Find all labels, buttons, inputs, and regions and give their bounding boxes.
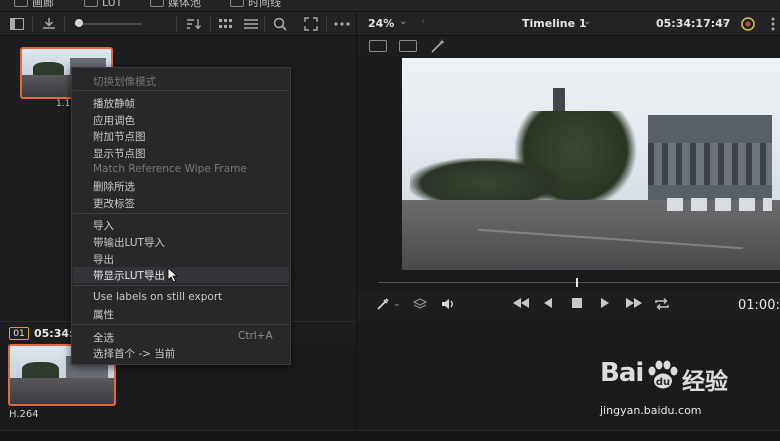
menu-item-change-label[interactable]: 更改标签 — [93, 196, 135, 211]
tab-media-pool-label: 媒体池 — [168, 0, 201, 9]
tab-gallery[interactable]: 画廊 — [14, 0, 54, 9]
gallery-toolbar — [0, 12, 356, 36]
volume-icon[interactable] — [441, 297, 457, 314]
tab-lut-label: LUT — [102, 0, 123, 9]
lut-icon — [84, 0, 98, 7]
watermark-logo-text-cn: 经验 — [682, 369, 728, 395]
video-frame — [402, 58, 780, 270]
step-back-icon[interactable] — [543, 297, 553, 312]
menu-divider — [73, 324, 289, 325]
tab-timeline[interactable]: 时间线 — [230, 0, 281, 9]
menu-divider — [73, 90, 289, 91]
panel-toggle-icon[interactable] — [8, 16, 26, 32]
clip-codec: H.264 — [9, 409, 39, 420]
timeline-name[interactable]: Timeline 1 — [522, 17, 587, 30]
scrubber-bar[interactable] — [378, 282, 780, 283]
timeline-icon — [230, 0, 244, 7]
thumbnail-size-slider[interactable] — [74, 23, 142, 25]
sort-icon[interactable] — [184, 16, 204, 32]
stop-icon[interactable] — [571, 297, 583, 312]
menu-item-toggle-wipe-mode[interactable]: 切换划像模式 — [93, 74, 156, 89]
gallery-icon — [14, 0, 28, 7]
watermark-logo-text: Bai — [600, 358, 644, 388]
timeline-footer — [0, 430, 780, 441]
grab-still-icon[interactable] — [40, 16, 58, 32]
transport-bar: ⌄ — [356, 290, 780, 321]
playhead[interactable] — [576, 278, 578, 287]
menu-item-import[interactable]: 导入 — [93, 218, 114, 233]
single-view-icon[interactable] — [369, 40, 387, 52]
menu-item-delete-selected[interactable]: 删除所选 — [93, 179, 135, 194]
jump-to-start-icon[interactable] — [512, 297, 530, 312]
tab-gallery-label: 画廊 — [32, 0, 54, 9]
menu-item-export-with-display-lut[interactable]: 带显示LUT导出 — [93, 268, 165, 283]
highlight-icon[interactable] — [738, 16, 758, 32]
grid-view-icon[interactable] — [217, 16, 235, 32]
baidu-watermark: Bai du 经验 jingyan.baidu.com — [600, 358, 780, 428]
menu-divider — [73, 285, 289, 286]
magic-wand-icon[interactable] — [429, 38, 447, 54]
menu-item-match-reference-wipe-frame[interactable]: Match Reference Wipe Frame — [93, 163, 247, 175]
page-tab-strip: 画廊 LUT 媒体池 时间线 — [0, 0, 780, 10]
eyedropper-chevron-down-icon[interactable]: ⌄ — [393, 299, 401, 309]
split-view-icon[interactable] — [399, 40, 417, 52]
menu-item-show-node-graph[interactable]: 显示节点图 — [93, 146, 146, 161]
slider-knob[interactable] — [75, 19, 83, 27]
viewer-toolbar: 24% ⌄ ‹ Timeline 1 ⌄ 05:34:17:47 ⌄ — [356, 12, 780, 36]
jump-to-end-icon[interactable] — [625, 297, 643, 312]
zoom-chevron-down-icon[interactable]: ⌄ — [399, 16, 407, 27]
playhead-timecode: 01:00:0 — [738, 298, 780, 313]
watermark-url: jingyan.baidu.com — [600, 404, 702, 417]
menu-item-play-still[interactable]: 播放静帧 — [93, 96, 135, 111]
loop-icon[interactable] — [654, 297, 670, 314]
menu-item-properties[interactable]: 属性 — [93, 307, 114, 322]
paw-icon: du — [648, 360, 678, 389]
play-icon[interactable] — [600, 297, 610, 312]
left-chevron-icon[interactable]: ‹ — [421, 16, 425, 27]
menu-item-use-labels-on-still-export[interactable]: Use labels on still export — [93, 291, 222, 303]
context-menu: 切换划像模式 播放静帧 应用调色 附加节点图 显示节点图 Match Refer… — [71, 67, 291, 365]
menu-item-import-with-output-lut[interactable]: 带输出LUT导入 — [93, 235, 165, 250]
timecode-chevron-down-icon[interactable]: ⌄ — [721, 16, 729, 27]
tab-lut[interactable]: LUT — [84, 0, 123, 9]
mouse-cursor-icon — [167, 267, 179, 286]
tab-timeline-label: 时间线 — [248, 0, 281, 9]
zoom-level[interactable]: 24% — [368, 17, 394, 30]
tab-media-pool[interactable]: 媒体池 — [150, 0, 201, 9]
menu-item-append-node-graph[interactable]: 附加节点图 — [93, 129, 146, 144]
menu-item-select-all[interactable]: 全选 — [93, 330, 114, 345]
menu-divider — [73, 213, 289, 214]
scrubber-area — [356, 272, 780, 290]
svg-text:du: du — [656, 377, 670, 388]
search-icon[interactable] — [271, 16, 289, 32]
timeline-chevron-down-icon[interactable]: ⌄ — [583, 16, 591, 27]
list-view-icon[interactable] — [242, 16, 260, 32]
menu-dots-icon[interactable] — [765, 16, 780, 32]
more-options-icon[interactable] — [332, 16, 352, 32]
viewer-subtoolbar — [356, 36, 780, 56]
menu-item-apply-grade[interactable]: 应用调色 — [93, 113, 135, 128]
media-pool-icon — [150, 0, 164, 7]
select-all-shortcut: Ctrl+A — [238, 330, 273, 342]
menu-item-export[interactable]: 导出 — [93, 252, 114, 267]
fullscreen-icon[interactable] — [302, 16, 320, 32]
menu-item-select-first-to-current[interactable]: 选择首个 -> 当前 — [93, 346, 175, 361]
layers-icon[interactable] — [412, 297, 428, 314]
eyedropper-icon[interactable] — [376, 297, 390, 314]
clip-index-badge: 01 — [9, 327, 29, 340]
viewer-timecode: 05:34:17:47 — [656, 17, 731, 30]
